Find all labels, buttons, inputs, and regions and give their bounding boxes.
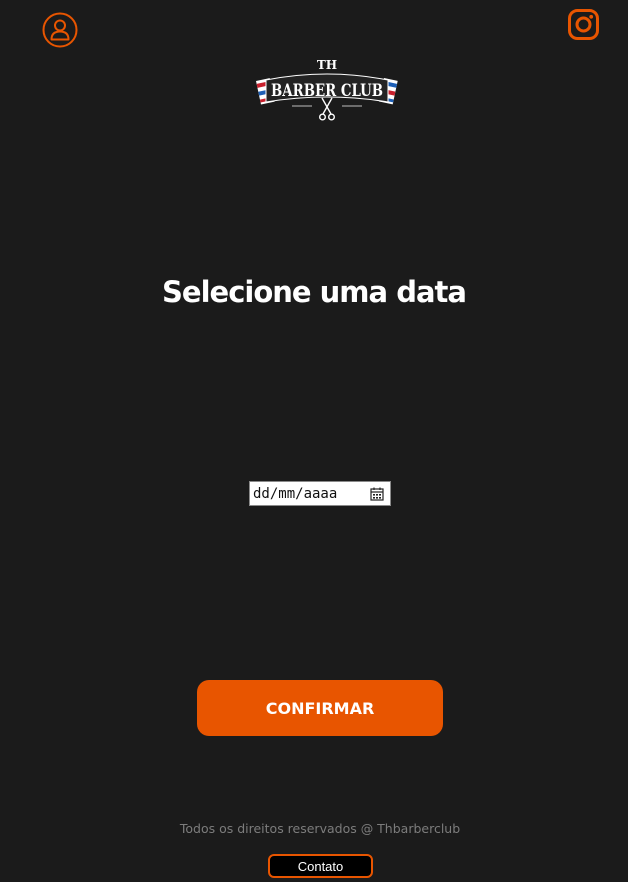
user-circle-icon	[42, 12, 78, 48]
barber-club-logo: TH BARBER CLUB	[252, 56, 402, 124]
confirm-button[interactable]: CONFIRMAR	[197, 680, 443, 736]
calendar-icon[interactable]	[370, 487, 384, 501]
logo-top-text: TH	[317, 58, 337, 72]
logo-brand-text: BARBER CLUB	[271, 81, 383, 101]
date-input-placeholder: dd/mm/aaaa	[253, 485, 338, 502]
date-input[interactable]: dd/mm/aaaa	[249, 481, 391, 506]
instagram-icon	[568, 9, 599, 40]
footer-copyright: Todos os direitos reservados @ Thbarberc…	[179, 821, 461, 836]
contact-button[interactable]: Contato	[268, 854, 373, 878]
profile-button[interactable]	[42, 12, 78, 48]
instagram-link[interactable]	[568, 9, 599, 40]
page-title: Selecione uma data	[162, 275, 467, 309]
